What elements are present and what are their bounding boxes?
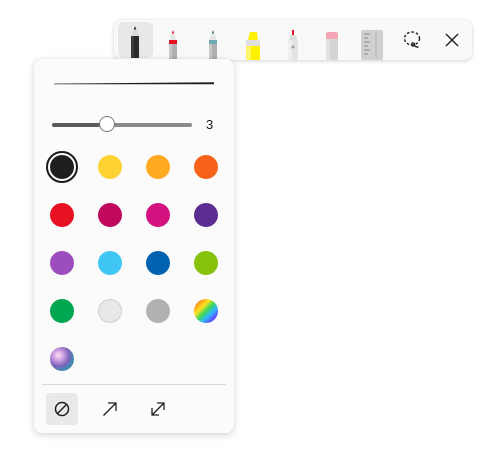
- eraser-tool[interactable]: [313, 20, 352, 60]
- close-icon: [445, 33, 459, 47]
- ballpoint-pen-icon: [131, 26, 140, 58]
- stroke-size-slider-thumb[interactable]: [99, 116, 115, 132]
- no-arrow-icon: [54, 401, 70, 417]
- highlighter-icon: [245, 32, 260, 60]
- lasso-select-icon: [403, 31, 421, 48]
- ruler-tool[interactable]: [353, 20, 392, 60]
- eraser-icon: [326, 32, 339, 60]
- lasso-select-button[interactable]: [392, 20, 431, 60]
- color-swatch-purple[interactable]: [194, 203, 218, 227]
- color-swatch-dark-orange[interactable]: [194, 155, 218, 179]
- color-swatch-gray[interactable]: [146, 299, 170, 323]
- color-swatch-magenta[interactable]: [146, 203, 170, 227]
- color-swatch-galaxy[interactable]: [50, 347, 74, 371]
- color-swatch-green[interactable]: [50, 299, 74, 323]
- eraser-pen-icon: [287, 30, 298, 60]
- ballpoint-pen-tool[interactable]: [118, 22, 153, 58]
- highlighter-tool[interactable]: [233, 20, 272, 60]
- eraser-pen-tool[interactable]: [273, 20, 312, 60]
- ink-toolbar: [114, 20, 472, 60]
- stroke-size-value: 3: [206, 117, 214, 132]
- color-swatch-crimson[interactable]: [98, 203, 122, 227]
- color-swatch-black[interactable]: [50, 155, 74, 179]
- close-button[interactable]: [432, 20, 471, 60]
- color-swatch-yellow[interactable]: [98, 155, 122, 179]
- red-pen-icon: [169, 30, 178, 60]
- arrow-both-tip-button[interactable]: [142, 393, 174, 425]
- color-swatch-violet[interactable]: [50, 251, 74, 275]
- pencil-icon: [209, 30, 218, 60]
- color-swatch-rainbow[interactable]: [194, 299, 218, 323]
- ruler-icon: [361, 30, 384, 60]
- divider: [42, 384, 226, 385]
- arrow-end-tip-button[interactable]: [94, 393, 126, 425]
- color-swatch-light-gray[interactable]: [98, 299, 122, 323]
- arrow-end-icon: [103, 402, 117, 416]
- stroke-size-slider[interactable]: [52, 116, 192, 132]
- pencil-tool[interactable]: [194, 20, 233, 60]
- color-swatch-light-blue[interactable]: [98, 251, 122, 275]
- arrow-both-icon: [151, 402, 165, 416]
- color-swatch-blue[interactable]: [146, 251, 170, 275]
- color-swatch-red[interactable]: [50, 203, 74, 227]
- color-swatch-orange[interactable]: [146, 155, 170, 179]
- stroke-preview: [54, 82, 214, 85]
- no-arrow-tip-button[interactable]: [46, 393, 78, 425]
- red-pen-tool[interactable]: [154, 20, 193, 60]
- color-swatch-lime[interactable]: [194, 251, 218, 275]
- pen-settings-flyout: 3: [34, 59, 234, 433]
